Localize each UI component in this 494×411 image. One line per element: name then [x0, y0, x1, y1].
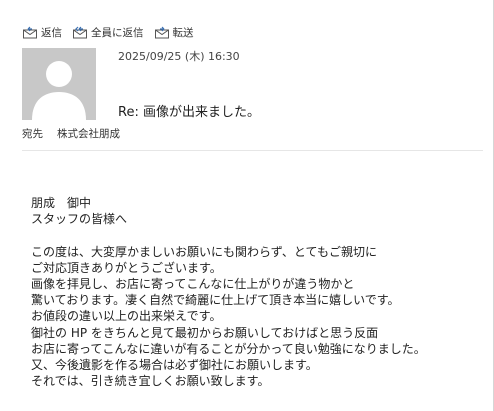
body-line: 驚いております。凄く自然で綺麗に仕上げて頂き本当に嬉しいです。	[31, 293, 400, 308]
body-line: スタッフの皆様へ	[31, 212, 128, 227]
body-line: お値段の違い以上の出来栄えです。	[31, 309, 222, 324]
reply-all-label: 全員に返信	[91, 26, 144, 39]
header-divider	[22, 150, 483, 151]
to-recipient[interactable]: 株式会社朋成	[57, 126, 120, 141]
body-line: お店に寄ってこんなに違いが有ることが分かって良い勉強になりました。	[31, 341, 426, 356]
reply-all-icon	[73, 26, 87, 39]
body-line: 又、今後遺影を作る場合は必ず御社にお願いします。	[31, 357, 318, 372]
email-reading-pane: 返信 全員に返信 転送 2025/09/25 (木) 16:30 Re: 画像が…	[0, 0, 494, 411]
body-line: 御社の HP をきちんと見て最初からお願いしておけばと思う反面	[31, 325, 379, 340]
recipient-row: 宛先 株式会社朋成	[22, 126, 120, 141]
forward-icon	[154, 26, 169, 39]
body-line: この度は、大変厚かましいお願いにも関わらず、とてもご親切に	[31, 244, 377, 259]
reply-icon	[23, 26, 37, 39]
reply-button[interactable]: 返信	[22, 25, 62, 40]
sender-avatar	[22, 48, 96, 120]
forward-button[interactable]: 転送	[154, 25, 194, 40]
body-line: それでは、引き続き宜しくお願い致します。	[31, 374, 270, 389]
to-label: 宛先	[22, 128, 43, 140]
forward-label: 転送	[172, 26, 194, 39]
message-toolbar: 返信 全員に返信 転送	[22, 24, 204, 40]
reply-all-button[interactable]: 全員に返信	[72, 25, 144, 40]
message-body: 朋成 御中 スタッフの皆様へ この度は、大変厚かましいお願いにも関わらず、とても…	[31, 195, 489, 389]
reply-label: 返信	[41, 26, 62, 39]
person-placeholder-icon	[22, 48, 96, 120]
sent-date: 2025/09/25 (木) 16:30	[118, 50, 240, 63]
body-line: 画像を拝見し、お店に寄ってこんなに仕上がりが違う物かと	[31, 276, 355, 291]
message-subject: Re: 画像が出来ました。	[118, 105, 260, 120]
body-line: 朋成 御中	[31, 196, 92, 210]
body-line: ご対応頂きありがとうございます。	[31, 260, 222, 275]
